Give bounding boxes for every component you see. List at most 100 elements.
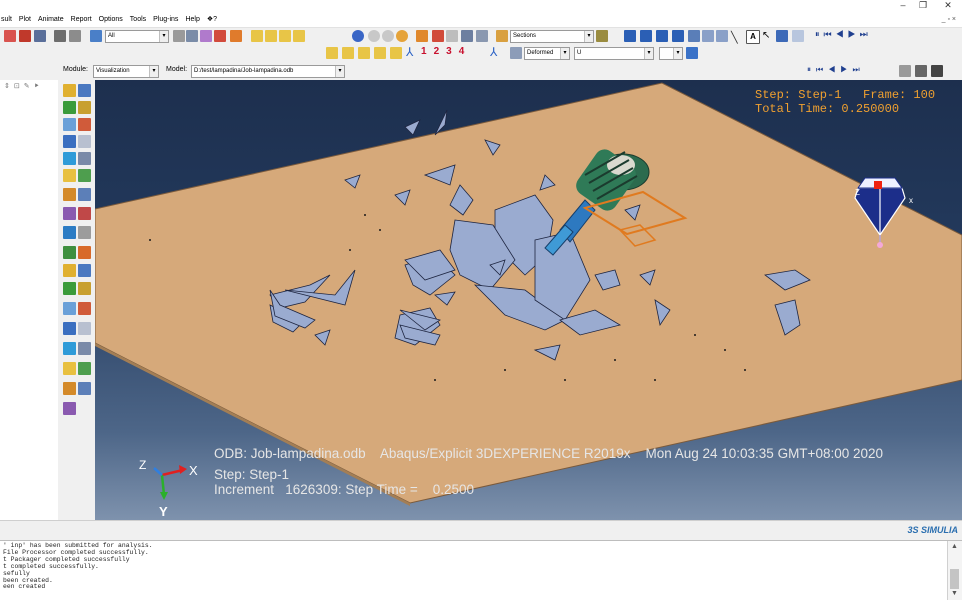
probe-icon[interactable] [63,402,76,415]
view-side-icon[interactable] [293,30,305,42]
selection-options-icon[interactable] [200,30,212,42]
deformed-combo[interactable]: Deformed ▾ [524,47,570,60]
viewport-layout-icon-1[interactable] [624,30,636,42]
frame-controls[interactable]: ⏸⏮◀▶⏭ [807,65,865,75]
pan-icon[interactable] [416,30,428,42]
legend-icon[interactable] [776,30,788,42]
superimpose-icon[interactable] [78,135,91,148]
menu-item[interactable]: ❖? [207,12,217,27]
menu-item[interactable]: Options [99,12,123,27]
maximize-icon[interactable]: ❐ [913,0,933,12]
message-scrollbar[interactable]: ▲ ▼ [947,541,962,600]
ply-stack-icon[interactable] [78,362,91,375]
zoom-viewport-icon[interactable] [716,30,728,42]
viewport[interactable]: Z x Step: Step-1 Frame: 100 Total Time: … [95,80,962,520]
query-icon[interactable] [4,30,16,42]
view-top-icon[interactable] [279,30,291,42]
xy-data-icon[interactable] [63,382,76,395]
camera-icon[interactable] [931,65,943,77]
probe-icon[interactable] [63,207,76,220]
model-tree-panel[interactable]: ⇕⊡✎⯈ [0,80,59,520]
dot-plot-icon-5[interactable] [390,47,402,59]
view-cut-icon[interactable] [78,246,91,259]
line-icon[interactable]: ╲ [731,31,738,44]
plot-material-icon[interactable] [78,282,91,295]
render-hidden-icon[interactable] [382,30,394,42]
filter-icon[interactable] [173,30,185,42]
menu-item[interactable]: Help [185,12,199,27]
sort-icon[interactable] [34,30,46,42]
color-code-icon[interactable] [596,30,608,42]
animate-icon[interactable] [63,246,76,259]
contour-options-icon[interactable] [78,342,91,355]
magnify-icon[interactable] [446,30,458,42]
inner-window-controls[interactable]: _ ▫ × [942,12,956,27]
menu-item[interactable]: Plug-ins [153,12,178,27]
auto-fit-icon[interactable] [476,30,488,42]
info-icon[interactable] [352,30,364,42]
xy-plot-icon[interactable] [78,188,91,201]
replace-selected-icon[interactable] [230,30,242,42]
free-body-icon[interactable] [63,226,76,239]
minimize-icon[interactable]: – [893,0,913,12]
menu-item[interactable]: Tools [130,12,146,27]
superimpose-icon[interactable] [78,322,91,335]
dot-plot-icon-3[interactable] [358,47,370,59]
plot-contours-icon[interactable] [78,264,91,277]
rotate-icon[interactable] [432,30,444,42]
menu-item[interactable]: sult [1,12,12,27]
allow-multiple-icon[interactable] [63,322,76,335]
select-arrow-icon[interactable] [90,30,102,42]
plot-symbols-icon[interactable] [63,101,76,114]
dot-plot-icon-4[interactable] [374,47,386,59]
dot-plot-icon-1[interactable] [326,47,338,59]
step-number-buttons[interactable]: 1234 [421,46,471,57]
deformed-icon[interactable] [63,302,76,315]
symbol-options-icon[interactable] [63,362,76,375]
xy-plot-icon[interactable] [78,382,91,395]
axis-icon[interactable]: ⅄ [490,45,497,59]
view-iso-icon[interactable] [251,30,263,42]
module-combo[interactable]: Visualization ▾ [93,65,159,78]
render-wire-icon[interactable] [368,30,380,42]
tree-toolbar-icons[interactable]: ⇕⊡✎⯈ [4,82,43,91]
common-options-icon[interactable] [63,342,76,355]
animation-controls[interactable]: ⏸⏮◀▶⏭ [815,29,872,40]
tile-icon[interactable] [688,30,700,42]
ply-stack-icon[interactable] [78,169,91,182]
box-select-icon[interactable] [186,30,198,42]
viewport-layout-icon-2[interactable] [640,30,652,42]
zoom-box-icon[interactable] [461,30,473,42]
menu-item[interactable]: Report [71,12,92,27]
dot-plot-icon-2[interactable] [342,47,354,59]
plot-material-icon[interactable] [78,101,91,114]
viewport-layout-icon-4[interactable] [672,30,684,42]
text-annotation-icon[interactable]: A [746,30,760,44]
component-combo[interactable]: ▾ [659,47,683,60]
model-combo[interactable]: D:/test/lampadina/Job-lampadina.odb ▾ [191,65,345,78]
common-options-icon[interactable] [63,152,76,165]
viewport-layout-icon-3[interactable] [656,30,668,42]
allow-multiple-icon[interactable] [63,135,76,148]
plot-symbols-icon[interactable] [63,282,76,295]
close-icon[interactable]: ✕ [938,0,958,12]
menu-item[interactable]: Animate [38,12,64,27]
cascade-icon[interactable] [702,30,714,42]
pointer-icon[interactable]: ↖ [762,30,770,41]
delete-icon[interactable] [19,30,31,42]
selection-filter-combo[interactable]: All ▾ [105,30,169,43]
deformed-shape-icon[interactable] [510,47,522,59]
symbol-options-icon[interactable] [63,169,76,182]
view-front-icon[interactable] [265,30,277,42]
record-icon[interactable] [915,65,927,77]
contour-options-icon[interactable] [78,152,91,165]
print-icon[interactable] [54,30,66,42]
undeformed-icon[interactable] [78,118,91,131]
deformed-icon[interactable] [63,118,76,131]
sections-icon[interactable] [496,30,508,42]
field-output-icon[interactable] [63,84,76,97]
menu-item[interactable]: Plot [19,12,31,27]
stream-icon[interactable] [78,226,91,239]
undeformed-icon[interactable] [78,302,91,315]
movie-options-icon[interactable] [899,65,911,77]
